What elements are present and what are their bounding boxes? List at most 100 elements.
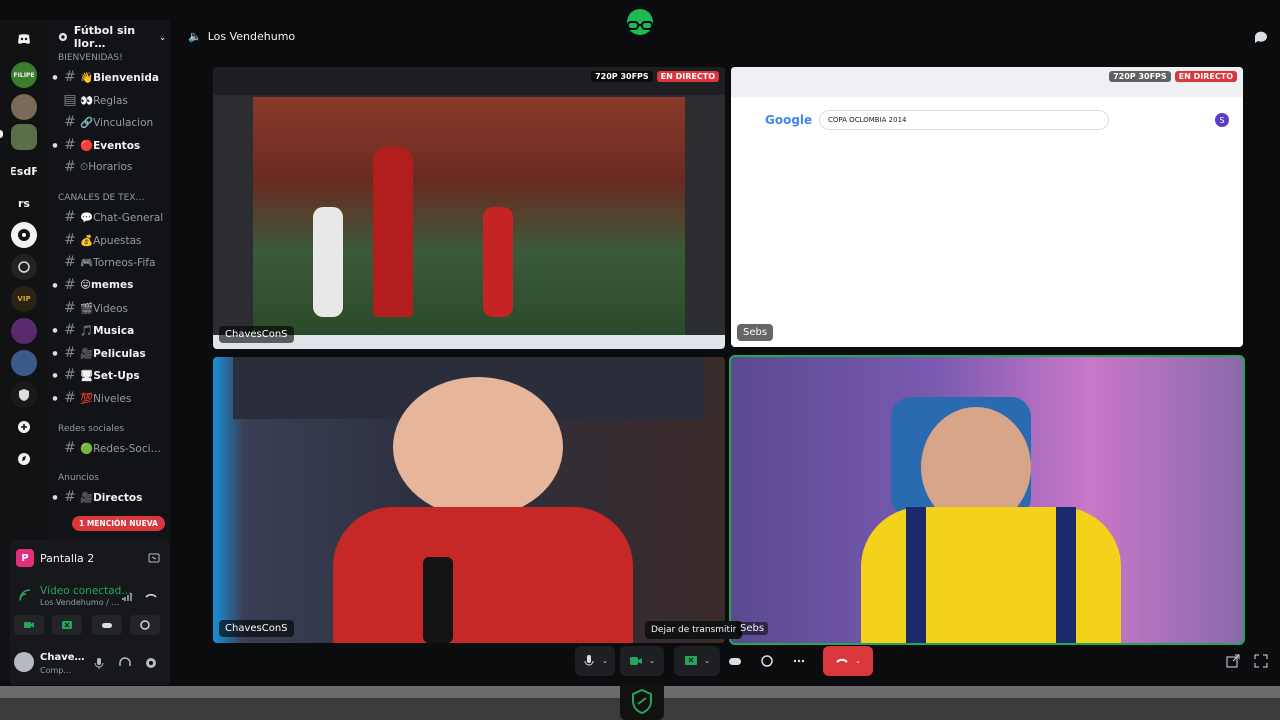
new-mention-pill[interactable]: 1 MENCIÓN NUEVA <box>72 516 165 531</box>
server-icon-blue[interactable] <box>11 350 37 376</box>
user-status: Comp… <box>40 666 72 675</box>
channel-label: 🔗Vinculacion <box>80 116 154 129</box>
stage-title: Los Vendehumo <box>207 30 296 43</box>
camera-icon <box>24 622 34 628</box>
headphones-icon[interactable] <box>118 656 132 670</box>
channel-item[interactable]: ● # 🎥Peliculas <box>50 343 168 363</box>
guild-header[interactable]: Fútbol sin llor… ⌄ <box>58 24 166 50</box>
server-icon-esdf[interactable]: EsdF <box>11 158 37 184</box>
camera-tile[interactable]: ChavesConS <box>213 357 725 643</box>
server-icon-filipe[interactable]: FILIPE <box>11 62 37 88</box>
mute-button[interactable]: ⌄ <box>575 646 615 676</box>
channel-item[interactable]: ● # 🖥Set-Ups <box>50 365 168 385</box>
channel-label: 🟢Redes-Soci… <box>80 442 162 455</box>
camera-icon <box>630 657 643 665</box>
voice-channel-path[interactable]: Los Vendehumo / … <box>40 598 119 607</box>
discord-home-icon[interactable] <box>11 26 37 52</box>
server-icon-avatar[interactable] <box>11 94 37 120</box>
channel-item[interactable]: ● # 🔴Eventos <box>50 135 168 155</box>
discover-icon[interactable] <box>11 446 37 472</box>
channel-item[interactable]: # 🟢Redes-Soci… <box>50 438 168 458</box>
category-canales[interactable]: CANALES DE TEX… <box>58 191 144 205</box>
unread-dot-icon: ● <box>52 394 58 402</box>
activity-button[interactable] <box>724 646 746 676</box>
avatar[interactable] <box>14 652 34 672</box>
popout-icon[interactable] <box>148 552 160 564</box>
add-server-icon[interactable] <box>11 414 37 440</box>
user-panel: Chave… Comp… <box>10 648 170 680</box>
channel-item[interactable]: # 💬Chat-General <box>50 207 168 227</box>
category-label: Anuncios <box>58 473 99 483</box>
channel-item[interactable]: # 🎮Torneos-Fifa <box>50 252 168 272</box>
channel-item[interactable]: ▤ 👀Reglas <box>50 90 168 110</box>
camera-toggle-button[interactable]: ⌄ <box>620 646 664 676</box>
chevron-down-icon: ⌄ <box>159 32 166 42</box>
server-icon-ball[interactable] <box>11 222 37 248</box>
avatar[interactable]: S <box>1215 113 1229 127</box>
server-icon-rs[interactable]: rs <box>11 190 37 216</box>
participant-name: Sebs <box>736 622 769 635</box>
channel-label: 🎮Torneos-Fifa <box>80 256 156 269</box>
person-shirt <box>333 507 633 643</box>
hash-icon: # <box>64 69 76 85</box>
channel-item[interactable]: ● # 🎵Musica <box>50 320 168 340</box>
popout-icon[interactable] <box>1226 654 1240 668</box>
disconnect-icon[interactable] <box>144 589 158 603</box>
noise-suppression-icon[interactable] <box>120 589 134 603</box>
hash-icon: # <box>64 345 76 361</box>
server-icon-active[interactable] <box>11 124 37 150</box>
channel-label: 🎥Directos <box>80 491 143 504</box>
server-icon-purple[interactable] <box>11 318 37 344</box>
search-input[interactable]: COPA OCLOMBIA 2014 <box>819 110 1109 130</box>
server-label: EsdF <box>11 164 37 178</box>
unread-dot-icon: ● <box>52 493 58 501</box>
live-label: EN DIRECTO <box>1174 71 1237 82</box>
screen-share-icon <box>62 621 72 629</box>
microphone-figure <box>423 557 453 643</box>
channel-item[interactable]: # ⏲Horarios <box>50 157 168 177</box>
soundboard-button[interactable] <box>130 615 160 635</box>
channel-label: 🖥Set-Ups <box>80 369 140 382</box>
category-anuncios[interactable]: Anuncios <box>58 471 99 485</box>
stream-tile[interactable]: 720P 30FPS EN DIRECTO ChavesConS <box>213 67 725 349</box>
hash-icon: # <box>64 322 76 338</box>
channel-item[interactable]: ● # 💯Niveles <box>50 388 168 408</box>
chevron-down-icon: ⌄ <box>704 657 710 665</box>
server-icon-circle[interactable] <box>11 254 37 280</box>
more-options-button[interactable] <box>788 646 810 676</box>
shield-logo <box>620 684 664 720</box>
server-icon-shield[interactable] <box>11 382 37 408</box>
chat-icon[interactable] <box>1254 30 1268 44</box>
camera-tile[interactable] <box>729 355 1245 645</box>
channel-label: ⏲Horarios <box>80 160 133 173</box>
channel-item[interactable]: # 💰Apuestas <box>50 230 168 250</box>
live-badge: 720P 30FPS EN DIRECTO <box>1109 71 1237 82</box>
soundboard-button[interactable] <box>756 646 778 676</box>
player-figure <box>373 147 413 317</box>
gamepad-icon <box>729 658 741 665</box>
fullscreen-icon[interactable] <box>1254 654 1268 668</box>
google-logo: Google <box>765 113 813 127</box>
guild-settings-icon <box>58 32 68 42</box>
channel-item[interactable]: # 🎬Videos <box>50 298 168 318</box>
stop-streaming-button[interactable]: ⌄ <box>674 646 720 676</box>
category-redes[interactable]: Redes sociales <box>58 422 124 436</box>
channel-item[interactable]: ● # 👋Bienvenida <box>50 67 168 87</box>
activity-button[interactable] <box>92 615 122 635</box>
user-name[interactable]: Chave… <box>40 652 85 663</box>
stream-tile[interactable]: Google COPA OCLOMBIA 2014 S 720P 30FPS E… <box>731 67 1243 347</box>
microphone-icon[interactable] <box>92 656 106 670</box>
stream-badge: P <box>16 549 34 567</box>
server-icon-vip[interactable]: VIP <box>11 286 37 312</box>
category-bienvenidas[interactable]: BIENVENIDAS! <box>58 51 123 65</box>
channel-item[interactable]: # 🔗Vinculacion <box>50 112 168 132</box>
camera-button[interactable] <box>14 615 44 635</box>
soundboard-icon <box>761 655 773 667</box>
gear-icon[interactable] <box>144 656 158 670</box>
channel-item[interactable]: ● # 🎥Directos <box>50 487 168 507</box>
disconnect-button[interactable]: ⌄ <box>823 646 873 676</box>
share-screen-button[interactable] <box>52 615 82 635</box>
unread-dot-icon: ● <box>52 371 58 379</box>
hash-icon: # <box>64 489 76 505</box>
channel-item[interactable]: ● # 😛memes <box>50 275 168 295</box>
